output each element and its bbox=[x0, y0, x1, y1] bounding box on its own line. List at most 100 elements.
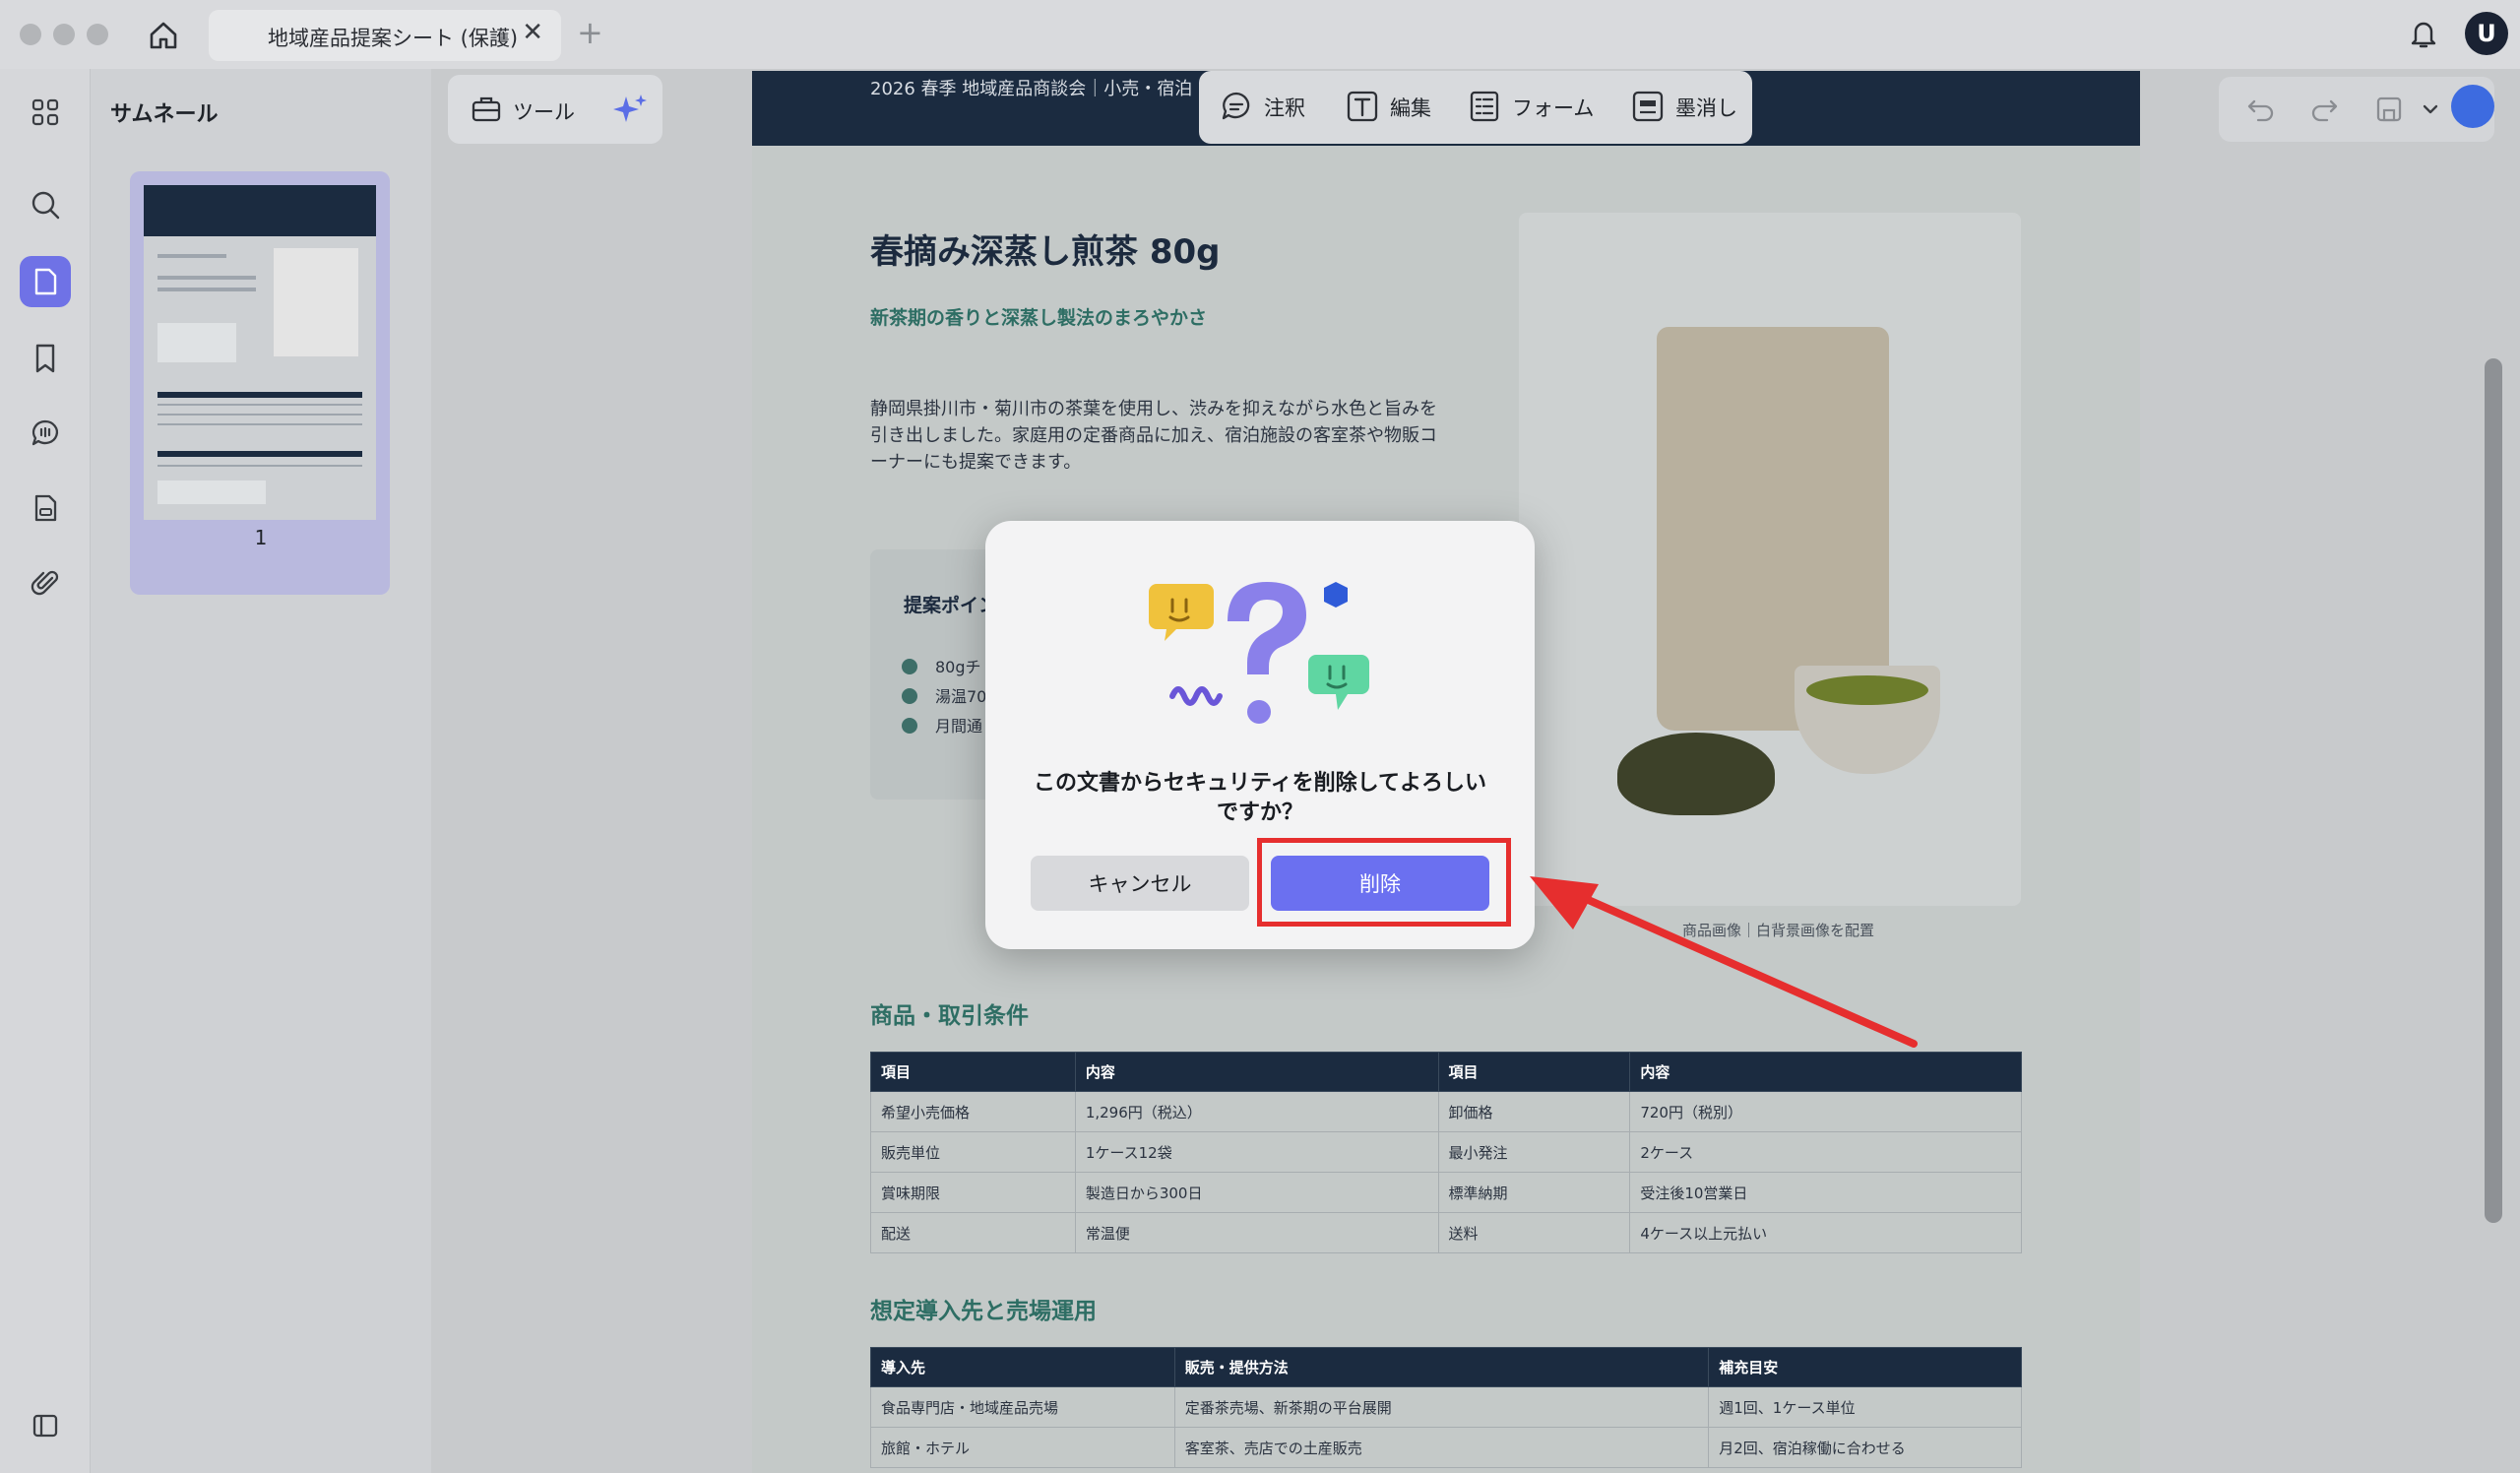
home-icon[interactable] bbox=[146, 18, 181, 53]
cancel-button[interactable]: キャンセル bbox=[1031, 856, 1249, 911]
rail-search-button[interactable] bbox=[20, 179, 71, 230]
table-cell: 720円（税別） bbox=[1629, 1091, 2022, 1132]
red-arrow-icon bbox=[1530, 876, 1918, 1048]
table-header-cell: 項目 bbox=[870, 1052, 1076, 1092]
redact-icon bbox=[1632, 91, 1664, 122]
close-window-button[interactable] bbox=[20, 24, 41, 45]
tools-label: ツール bbox=[513, 100, 575, 124]
thumbnail-panel-title: サムネール bbox=[110, 102, 219, 127]
thumbnail-page-preview bbox=[144, 185, 376, 520]
table-cell: 卸価格 bbox=[1437, 1091, 1631, 1132]
thumbnail-page-number: 1 bbox=[254, 526, 268, 549]
tab-close-icon[interactable]: ✕ bbox=[522, 18, 543, 47]
thumbnail-panel: サムネール 1 bbox=[91, 69, 431, 1473]
table-cell: 旅館・ホテル bbox=[870, 1427, 1175, 1468]
table-cell: 1,296円（税込） bbox=[1074, 1091, 1439, 1132]
ai-assistant-icon[interactable] bbox=[2451, 85, 2494, 128]
comment-icon bbox=[1222, 92, 1250, 120]
question-illustration-icon bbox=[1149, 582, 1369, 724]
undo-icon[interactable] bbox=[2244, 93, 2278, 126]
proposal-point: 80gチ bbox=[902, 654, 981, 677]
toolbox-icon bbox=[472, 96, 501, 122]
proposal-point: 湯温70 bbox=[902, 683, 986, 707]
ai-sparkle-icon[interactable] bbox=[610, 91, 650, 130]
rail-form-button[interactable] bbox=[20, 482, 71, 534]
terms-table: 項目 内容 項目 内容 希望小売価格 1,296円（税込） 卸価格 720円（税… bbox=[870, 1052, 2022, 1253]
tab-title: 地域産品提案シート (保護) bbox=[268, 27, 519, 50]
table-header-row: 導入先 販売・提供方法 補充目安 bbox=[870, 1347, 2022, 1387]
text-edit-icon bbox=[1347, 91, 1378, 122]
table-row: 食品専門店・地域産品売場 定番茶売場、新茶期の平台展開 週1回、1ケース単位 bbox=[870, 1386, 2022, 1428]
toolbar-edit-button[interactable]: 編集 bbox=[1390, 93, 1431, 122]
terms-section-title: 商品・取引条件 bbox=[870, 1003, 1029, 1029]
redo-icon[interactable] bbox=[2307, 93, 2341, 126]
table-cell: 受注後10営業日 bbox=[1629, 1172, 2022, 1213]
rail-thumbnails-button[interactable] bbox=[20, 256, 71, 307]
rail-attachments-button[interactable] bbox=[20, 557, 71, 608]
tea-cup-illustration bbox=[1795, 666, 1940, 774]
tools-menu-button[interactable]: ツール bbox=[448, 75, 662, 144]
left-tool-rail bbox=[0, 69, 91, 1473]
table-cell: 客室茶、売店での土産販売 bbox=[1173, 1427, 1710, 1468]
document-tab[interactable]: 地域産品提案シート (保護) ✕ bbox=[209, 10, 561, 61]
table-cell: 2ケース bbox=[1629, 1131, 2022, 1173]
table-cell: 送料 bbox=[1437, 1212, 1631, 1253]
tea-leaves-illustration bbox=[1617, 733, 1775, 815]
form-icon bbox=[1470, 91, 1499, 122]
product-title: 春摘み深蒸し煎茶 80g bbox=[870, 232, 1221, 272]
rail-panel-toggle-button[interactable] bbox=[20, 1400, 71, 1451]
search-icon bbox=[32, 191, 60, 220]
product-description: 静岡県掛川市・菊川市の茶葉を使用し、渋みを抑えながら水色と旨みを引き出しました。… bbox=[870, 399, 1437, 473]
table-row: 販売単位 1ケース12袋 最小発注 2ケース bbox=[870, 1131, 2022, 1173]
table-cell: 賞味期限 bbox=[870, 1172, 1076, 1213]
product-image bbox=[1519, 213, 2021, 906]
table-cell: 配送 bbox=[870, 1212, 1076, 1253]
highlight-box bbox=[1257, 838, 1511, 927]
account-avatar[interactable]: U bbox=[2465, 12, 2508, 55]
dialog-message: この文書からセキュリティを削除してよろしいですか？ bbox=[1033, 771, 1487, 825]
table-cell: 4ケース以上元払い bbox=[1629, 1212, 2022, 1253]
vertical-scrollbar[interactable] bbox=[2485, 358, 2502, 1223]
usage-section-title: 想定導入先と売場運用 bbox=[870, 1299, 1097, 1324]
chevron-down-icon[interactable] bbox=[2416, 95, 2445, 124]
table-row: 旅館・ホテル 客室茶、売店での土産販売 月2回、宿泊稼働に合わせる bbox=[870, 1427, 2022, 1468]
table-cell: 製造日から300日 bbox=[1074, 1172, 1439, 1213]
table-cell: 標準納期 bbox=[1437, 1172, 1631, 1213]
comment-icon bbox=[32, 419, 59, 446]
table-header-cell: 内容 bbox=[1074, 1052, 1439, 1092]
table-cell: 販売単位 bbox=[870, 1131, 1076, 1173]
grid-icon bbox=[32, 98, 59, 126]
proposal-point: 月間通 bbox=[902, 713, 982, 736]
toolbar-redact-button[interactable]: 墨消し bbox=[1675, 93, 1737, 122]
table-row: 賞味期限 製造日から300日 標準納期 受注後10営業日 bbox=[870, 1172, 2022, 1213]
minimize-window-button[interactable] bbox=[53, 24, 75, 45]
sidebar-toggle-icon bbox=[32, 1414, 58, 1438]
page-header-text: 2026 春季 地域産品商談会｜小売・宿泊・飲食 bbox=[870, 79, 1246, 99]
rail-comments-button[interactable] bbox=[20, 408, 71, 459]
table-cell: 月2回、宿泊稼働に合わせる bbox=[1708, 1427, 2022, 1468]
toolbar-form-button[interactable]: フォーム bbox=[1512, 93, 1594, 122]
usage-table: 導入先 販売・提供方法 補充目安 食品専門店・地域産品売場 定番茶売場、新茶期の… bbox=[870, 1347, 2022, 1468]
rail-apps-button[interactable] bbox=[20, 87, 71, 138]
save-icon[interactable] bbox=[2372, 93, 2406, 126]
title-bar: 地域産品提案シート (保護) ✕ + U bbox=[0, 0, 2520, 69]
product-subtitle: 新茶期の香りと深蒸し製法のまろやかさ bbox=[870, 307, 1208, 329]
toolbar-annotate-button[interactable]: 注釈 bbox=[1264, 93, 1305, 122]
new-tab-button[interactable]: + bbox=[577, 14, 603, 51]
page-thumbnail[interactable]: 1 bbox=[130, 171, 390, 595]
table-cell: 希望小売価格 bbox=[870, 1091, 1076, 1132]
paperclip-icon bbox=[31, 570, 59, 596]
table-cell: 常温便 bbox=[1074, 1212, 1439, 1253]
table-header-cell: 販売・提供方法 bbox=[1173, 1347, 1710, 1387]
proposal-points-title: 提案ポイン bbox=[904, 595, 998, 616]
rail-bookmarks-button[interactable] bbox=[20, 333, 71, 384]
zoom-window-button[interactable] bbox=[87, 24, 108, 45]
document-fields-icon bbox=[34, 494, 57, 522]
annotation-toolbar: 注釈 編集 フォーム 墨消し bbox=[1199, 71, 1752, 144]
table-cell: 1ケース12袋 bbox=[1074, 1131, 1439, 1173]
table-header-cell: 導入先 bbox=[870, 1347, 1175, 1387]
table-cell: 週1回、1ケース単位 bbox=[1708, 1386, 2022, 1428]
table-header-cell: 補充目安 bbox=[1708, 1347, 2022, 1387]
table-row: 配送 常温便 送料 4ケース以上元払い bbox=[870, 1212, 2022, 1253]
bell-icon[interactable] bbox=[2406, 16, 2441, 51]
